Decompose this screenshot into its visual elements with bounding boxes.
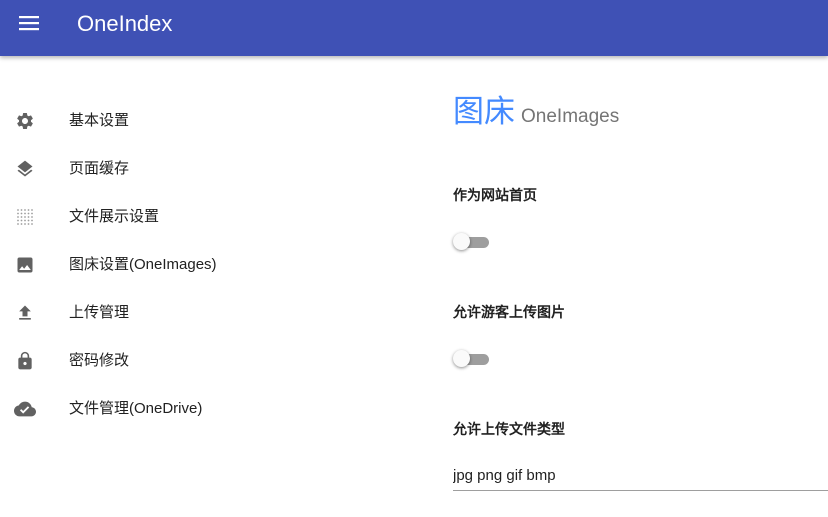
settings-panel: 图床 OneImages 作为网站首页 允许游客上传图片 允许上传文件类型 (453, 94, 828, 491)
guest-upload-setting-label: 允许游客上传图片 (453, 304, 565, 320)
sidebar-item-file-display[interactable]: 文件展示设置 (0, 194, 300, 242)
upload-icon (14, 302, 36, 324)
sidebar-nav: 基本设置 页面缓存 文件展示设置 图床设置(OneImages) 上传管理 密码… (0, 98, 300, 434)
cloud-done-icon (14, 398, 36, 420)
file-types-input[interactable] (453, 460, 828, 491)
image-icon (14, 254, 36, 276)
sidebar-item-label: 上传管理 (69, 304, 130, 321)
homepage-toggle[interactable] (453, 232, 491, 252)
homepage-setting-label: 作为网站首页 (453, 187, 537, 203)
sidebar-item-basic-settings[interactable]: 基本设置 (0, 98, 300, 146)
grid-dots-icon (14, 206, 36, 228)
sidebar-item-label: 文件展示设置 (69, 208, 160, 225)
page-subtitle: OneImages (521, 106, 620, 127)
sidebar-item-label: 文件管理(OneDrive) (69, 400, 203, 417)
toggle-thumb (453, 233, 470, 250)
page-title: 图床 (453, 94, 515, 129)
sidebar-item-label: 页面缓存 (69, 160, 130, 177)
guest-upload-toggle[interactable] (453, 349, 491, 369)
sidebar-item-label: 图床设置(OneImages) (69, 256, 217, 273)
sidebar-item-upload-manage[interactable]: 上传管理 (0, 290, 300, 338)
sidebar-item-password[interactable]: 密码修改 (0, 338, 300, 386)
gear-icon (14, 110, 36, 132)
sidebar-item-label: 基本设置 (69, 112, 130, 129)
sidebar-item-file-manage[interactable]: 文件管理(OneDrive) (0, 386, 300, 434)
sidebar-item-oneimages[interactable]: 图床设置(OneImages) (0, 242, 300, 290)
menu-icon (19, 15, 39, 36)
file-types-setting-label: 允许上传文件类型 (453, 421, 565, 437)
sidebar-item-label: 密码修改 (69, 352, 130, 369)
toggle-thumb (453, 350, 470, 367)
layers-icon (14, 158, 36, 180)
page-heading: 图床 OneImages (453, 94, 828, 134)
menu-button[interactable] (10, 6, 48, 44)
sidebar-item-page-cache[interactable]: 页面缓存 (0, 146, 300, 194)
lock-icon (14, 350, 36, 372)
app-title[interactable]: OneIndex (77, 11, 172, 37)
app-bar: OneIndex (0, 0, 828, 56)
